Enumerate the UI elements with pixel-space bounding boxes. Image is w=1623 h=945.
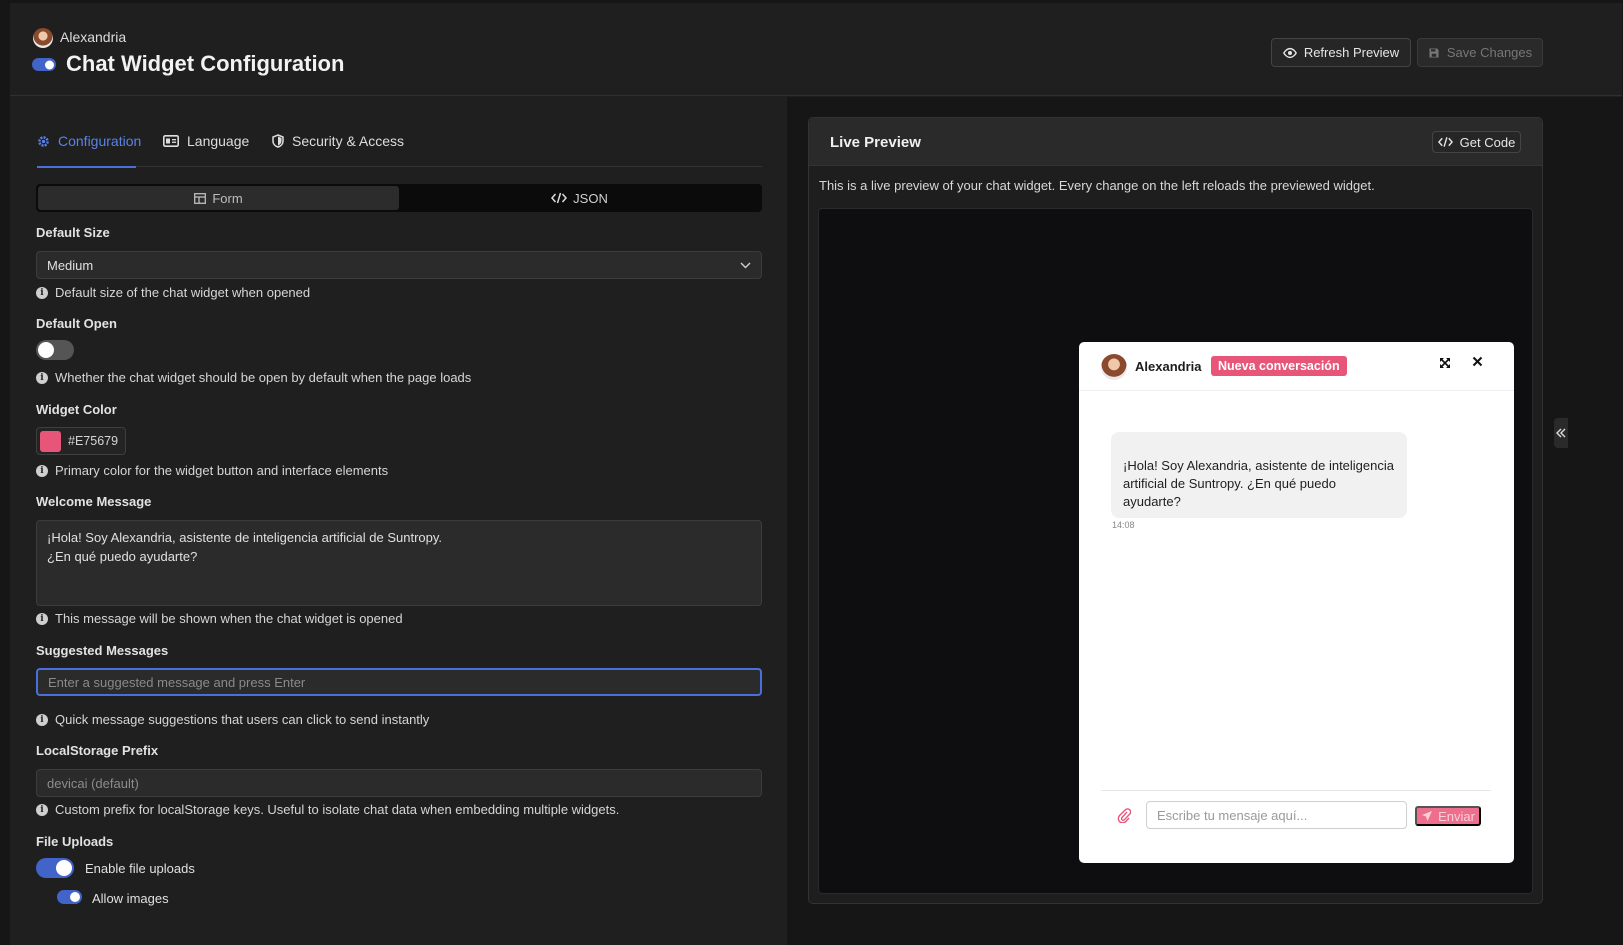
tab-security-access[interactable]: Security & Access xyxy=(272,133,404,149)
live-preview-description: This is a live preview of your chat widg… xyxy=(819,178,1375,193)
expand-icon[interactable] xyxy=(1439,357,1451,369)
config-tabs: Configuration Language Security & Access xyxy=(37,123,762,168)
info-icon: i xyxy=(36,371,48,384)
assistant-name: Alexandria xyxy=(1135,359,1202,374)
allow-images-toggle[interactable] xyxy=(57,890,82,904)
close-icon[interactable] xyxy=(1472,356,1483,367)
active-tab-indicator xyxy=(37,166,136,168)
chat-footer-divider xyxy=(1101,790,1491,791)
table-icon xyxy=(194,192,207,204)
save-changes-button[interactable]: Save Changes xyxy=(1417,38,1543,67)
enable-file-uploads-label: Enable file uploads xyxy=(85,861,195,876)
page-header: Alexandria Chat Widget Configuration Ref… xyxy=(10,3,1622,96)
chat-widget-preview: Alexandria Nueva conversación ¡Hola! Soy… xyxy=(1079,342,1514,863)
double-chevron-left-icon xyxy=(1556,428,1566,438)
localstorage-prefix-label: LocalStorage Prefix xyxy=(36,743,159,758)
language-icon xyxy=(163,135,179,147)
suggested-messages-help: i Quick message suggestions that users c… xyxy=(36,712,429,727)
shield-icon xyxy=(272,134,284,148)
eye-icon xyxy=(1282,47,1297,58)
preview-stage: Alexandria Nueva conversación ¡Hola! Soy… xyxy=(818,208,1533,894)
live-preview-title: Live Preview xyxy=(830,134,921,151)
view-toggle: Form JSON xyxy=(36,184,762,212)
get-code-button[interactable]: Get Code xyxy=(1432,131,1521,153)
new-conversation-badge[interactable]: Nueva conversación xyxy=(1211,356,1347,376)
app-frame: Alexandria Chat Widget Configuration Ref… xyxy=(10,3,1622,945)
send-button[interactable]: Enviar xyxy=(1415,806,1481,826)
json-view-button[interactable]: JSON xyxy=(399,186,760,210)
message-timestamp: 14:08 xyxy=(1112,520,1135,530)
allow-images-label: Allow images xyxy=(92,891,169,906)
code-icon xyxy=(1437,137,1453,147)
enable-file-uploads-toggle[interactable] xyxy=(36,858,74,878)
suggested-message-input[interactable]: Enter a suggested message and press Ente… xyxy=(36,668,762,696)
live-preview-card: Live Preview Get Code This is a live pre… xyxy=(808,117,1543,904)
gear-icon xyxy=(38,135,49,147)
save-icon xyxy=(1429,48,1439,57)
chevron-down-icon xyxy=(740,262,751,268)
live-preview-header: Live Preview Get Code xyxy=(809,118,1542,166)
collapse-panel-handle[interactable] xyxy=(1554,418,1568,448)
refresh-preview-button[interactable]: Refresh Preview xyxy=(1271,38,1411,67)
assistant-avatar xyxy=(1101,354,1127,380)
default-open-label: Default Open xyxy=(36,316,117,331)
welcome-message-label: Welcome Message xyxy=(36,494,152,509)
default-size-label: Default Size xyxy=(36,225,110,240)
default-open-help: i Whether the chat widget should be open… xyxy=(36,370,471,385)
user-name: Alexandria xyxy=(60,29,127,45)
welcome-message-textarea[interactable]: ¡Hola! Soy Alexandria, asistente de inte… xyxy=(36,520,762,606)
chat-message-input[interactable]: Escribe tu mensaje aquí... xyxy=(1146,801,1407,829)
localstorage-prefix-input[interactable]: devicai (default) xyxy=(36,769,762,797)
localstorage-prefix-help: i Custom prefix for localStorage keys. U… xyxy=(36,802,619,817)
chat-widget-header: Alexandria Nueva conversación xyxy=(1079,342,1514,391)
user-avatar xyxy=(33,28,53,48)
info-icon: i xyxy=(36,286,48,299)
page-title: Chat Widget Configuration xyxy=(66,51,345,76)
widget-enabled-toggle[interactable] xyxy=(32,58,56,71)
tab-configuration[interactable]: Configuration xyxy=(37,133,141,149)
info-icon: i xyxy=(36,612,48,625)
attachment-icon[interactable] xyxy=(1117,807,1131,823)
send-icon xyxy=(1422,811,1433,821)
default-open-toggle[interactable] xyxy=(36,340,74,360)
widget-color-picker[interactable]: #E75679 xyxy=(36,427,126,455)
assistant-message-bubble: ¡Hola! Soy Alexandria, asistente de inte… xyxy=(1111,432,1407,518)
file-uploads-label: File Uploads xyxy=(36,834,114,849)
tab-language[interactable]: Language xyxy=(163,133,249,149)
info-icon: i xyxy=(36,464,48,477)
default-size-help: i Default size of the chat widget when o… xyxy=(36,285,310,300)
code-icon xyxy=(551,192,568,204)
form-view-button[interactable]: Form xyxy=(38,186,399,210)
widget-color-label: Widget Color xyxy=(36,402,117,417)
default-size-select[interactable]: Medium xyxy=(36,251,762,279)
color-swatch[interactable] xyxy=(40,430,61,452)
welcome-message-help: i This message will be shown when the ch… xyxy=(36,611,403,626)
info-icon: i xyxy=(36,713,48,726)
suggested-messages-label: Suggested Messages xyxy=(36,643,169,658)
widget-color-help: i Primary color for the widget button an… xyxy=(36,463,388,478)
info-icon: i xyxy=(36,803,48,816)
